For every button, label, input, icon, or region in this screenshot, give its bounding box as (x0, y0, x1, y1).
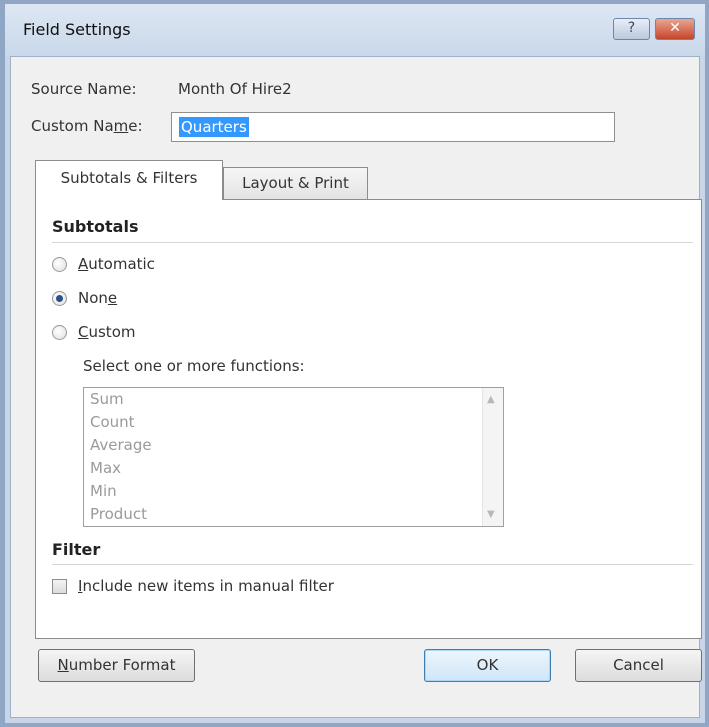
radio-automatic-label: Automatic (78, 255, 155, 273)
close-icon: ✕ (669, 20, 681, 36)
radio-none-button[interactable] (52, 291, 67, 306)
functions-scrollbar[interactable]: ▲ ▼ (482, 388, 503, 526)
list-item[interactable]: Product (84, 503, 482, 526)
list-item[interactable]: Max (84, 457, 482, 480)
subtotals-divider (52, 242, 693, 243)
source-name-value: Month Of Hire2 (178, 80, 292, 98)
number-format-button[interactable]: Number Format (38, 649, 195, 682)
field-settings-dialog: Field Settings ? ✕ Source Name: Month Of… (0, 0, 709, 727)
custom-name-label: Custom Name: (31, 117, 143, 135)
tab-subtotals-filters[interactable]: Subtotals & Filters (35, 160, 223, 200)
filter-divider (52, 564, 693, 565)
include-new-items-label: Include new items in manual filter (78, 577, 334, 595)
list-item[interactable]: Sum (84, 388, 482, 411)
functions-listbox[interactable]: Sum Count Average Max Min Product ▲ ▼ (83, 387, 504, 527)
custom-name-value: Quarters (179, 117, 249, 137)
list-item[interactable]: Min (84, 480, 482, 503)
dialog-body: Source Name: Month Of Hire2 Custom Name:… (10, 56, 702, 718)
subtotals-heading: Subtotals (52, 217, 139, 236)
help-icon: ? (627, 20, 636, 36)
help-button[interactable]: ? (613, 18, 650, 40)
radio-custom-button[interactable] (52, 325, 67, 340)
filter-heading: Filter (52, 540, 101, 559)
functions-list: Sum Count Average Max Min Product (84, 388, 482, 526)
close-button[interactable]: ✕ (655, 18, 695, 40)
tab-layout-print[interactable]: Layout & Print (223, 167, 368, 199)
scroll-down-icon[interactable]: ▼ (487, 509, 495, 520)
cancel-button[interactable]: Cancel (575, 649, 702, 682)
dialog-title: Field Settings (23, 20, 131, 39)
radio-custom-label: Custom (78, 323, 136, 341)
ok-button[interactable]: OK (424, 649, 551, 682)
radio-automatic-button[interactable] (52, 257, 67, 272)
source-name-label: Source Name: (31, 80, 137, 98)
include-new-items-checkbox[interactable] (52, 579, 67, 594)
radio-none-label: None (78, 289, 118, 307)
custom-name-input[interactable]: Quarters (171, 112, 615, 142)
title-bar: Field Settings ? ✕ (5, 4, 705, 56)
list-item[interactable]: Average (84, 434, 482, 457)
scroll-up-icon[interactable]: ▲ (487, 394, 495, 405)
tab-panel: Subtotals Automatic None Custom Select o… (35, 199, 702, 639)
functions-label: Select one or more functions: (83, 357, 305, 375)
list-item[interactable]: Count (84, 411, 482, 434)
